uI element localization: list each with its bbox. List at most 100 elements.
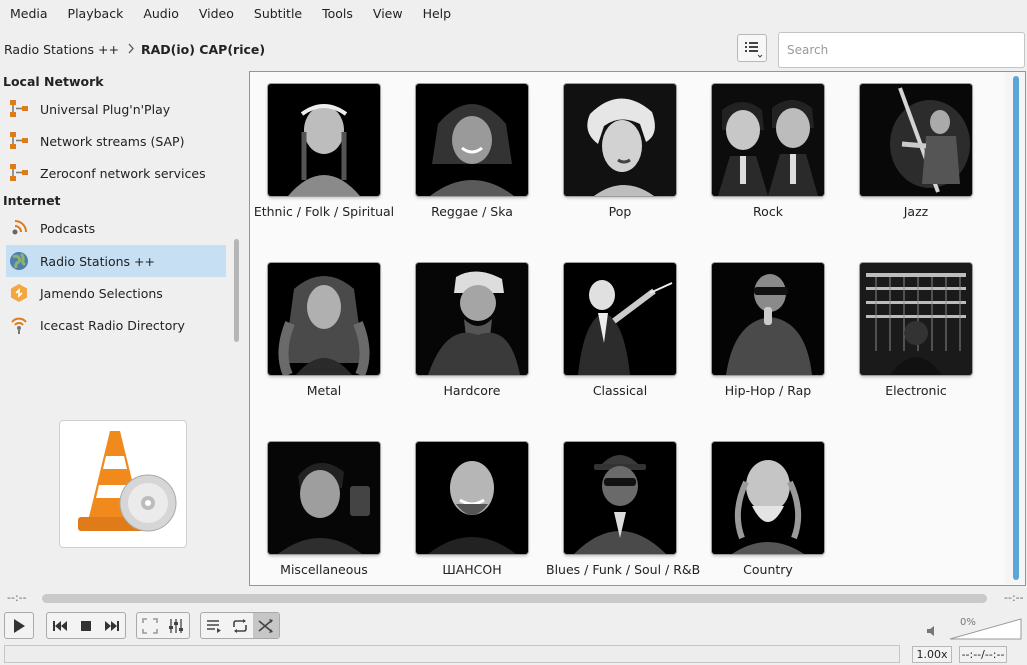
genre-thumbnail [268,442,380,554]
genre-thumbnail [416,84,528,196]
network-icon [8,130,30,152]
sidebar-item-jamendo[interactable]: Jamendo Selections [6,278,226,308]
next-button[interactable] [99,620,125,632]
genre-label: Miscellaneous [280,562,368,577]
shuffle-button[interactable] [253,613,279,638]
menu-view[interactable]: View [363,6,413,21]
sidebar-item-zeroconf[interactable]: Zeroconf network services [6,158,226,188]
genre-thumbnail [712,84,824,196]
genre-tile-chanson[interactable]: ШАНСОН [398,442,546,577]
genre-label: Hardcore [443,383,501,398]
playback-speed[interactable]: 1.00x [912,646,952,663]
transport-group [46,612,126,639]
speaker-muted-icon[interactable] [926,625,938,640]
sidebar-section-local-network: Local Network [3,74,104,89]
genre-grid: Ethnic / Folk / Spiritual Reggae / Ska P… [249,71,1026,586]
genre-tile-ethnic[interactable]: Ethnic / Folk / Spiritual [250,84,398,219]
genre-thumbnail [564,442,676,554]
view-mode-button[interactable] [737,34,767,62]
sidebar-item-label: Icecast Radio Directory [40,317,185,333]
seek-slider[interactable] [42,594,987,603]
genre-tile-blues[interactable]: Blues / Funk / Soul / R&B [546,442,700,577]
playlist-button[interactable] [201,618,227,634]
menu-subtitle[interactable]: Subtitle [244,6,312,21]
search-input[interactable] [778,32,1025,68]
menu-media[interactable]: Media [0,6,58,21]
sidebar-item-podcasts[interactable]: Podcasts [6,213,226,243]
content-scrollbar-thumb[interactable] [1013,76,1019,580]
genre-label: Rock [753,204,783,219]
sidebar-item-radio-stations[interactable]: Radio Stations ++ [6,245,226,277]
time-display[interactable]: --:--/--:-- [959,646,1007,663]
loop-button[interactable] [227,618,253,634]
remaining-time[interactable]: --:-- [1004,591,1024,604]
genre-tile-hiphop[interactable]: Hip-Hop / Rap [694,263,842,398]
previous-icon [53,620,67,631]
genre-tile-reggae[interactable]: Reggae / Ska [398,84,546,219]
elapsed-time: --:-- [7,591,27,604]
genre-thumbnail [416,442,528,554]
genre-tile-electronic[interactable]: Electronic [842,263,990,398]
playlist-controls-group [200,612,280,639]
sidebar-item-upnp[interactable]: Universal Plug'n'Play [6,94,226,124]
fullscreen-button[interactable] [137,617,163,634]
genre-tile-pop[interactable]: Pop [546,84,694,219]
genre-label: Electronic [885,383,947,398]
genre-tile-jazz[interactable]: Jazz [842,84,990,219]
equalizer-icon [169,618,183,633]
jamendo-icon [8,282,30,304]
volume-slider[interactable] [949,618,1022,640]
genre-tile-classical[interactable]: Classical [546,263,694,398]
play-icon [14,618,25,633]
breadcrumb-parent[interactable]: Radio Stations ++ [4,42,119,57]
genre-thumbnail [268,263,380,375]
genre-thumbnail [564,84,676,196]
genre-label: ШАНСОН [442,562,502,577]
genre-tile-metal[interactable]: Metal [250,263,398,398]
vlc-cone-icon [78,431,177,532]
album-art[interactable] [59,420,187,548]
content-scrollbar[interactable] [1005,72,1025,584]
video-controls-group [136,612,190,639]
menu-audio[interactable]: Audio [133,6,189,21]
sidebar-item-label: Universal Plug'n'Play [40,101,171,117]
sidebar-scrollbar[interactable] [234,239,239,342]
podcast-icon [8,217,30,239]
toolbar: Radio Stations ++ RAD(io) CAP(rice) [0,30,1027,68]
broadcast-icon [8,314,30,336]
genre-tile-country[interactable]: Country [694,442,842,577]
sidebar-item-sap[interactable]: Network streams (SAP) [6,126,226,156]
sidebar-item-label: Radio Stations ++ [40,253,155,269]
genre-thumbnail [564,263,676,375]
menu-tools[interactable]: Tools [312,6,363,21]
breadcrumb: Radio Stations ++ RAD(io) CAP(rice) [4,42,265,57]
play-button[interactable] [4,612,34,639]
fullscreen-icon [142,617,158,634]
sidebar-item-icecast[interactable]: Icecast Radio Directory [6,310,226,340]
menu-playback[interactable]: Playback [58,6,134,21]
sidebar: Local Network Universal Plug'n'Play Netw… [0,70,244,352]
menu-help[interactable]: Help [413,6,462,21]
stop-icon [81,620,91,631]
sidebar-section-internet: Internet [3,193,61,208]
genre-thumbnail [712,263,824,375]
sidebar-item-label: Podcasts [40,220,96,236]
extended-settings-button[interactable] [163,618,189,634]
genre-label: Jazz [903,204,929,219]
menu-video[interactable]: Video [189,6,244,21]
genre-thumbnail [268,84,380,196]
genre-tile-hardcore[interactable]: Hardcore [398,263,546,398]
network-icon [8,162,30,184]
previous-button[interactable] [47,620,73,632]
genre-label: Metal [306,383,342,398]
genre-label: Classical [592,383,648,398]
network-icon [8,98,30,120]
playlist-icon [207,619,221,633]
breadcrumb-current[interactable]: RAD(io) CAP(rice) [141,42,265,57]
genre-label: Ethnic / Folk / Spiritual [253,204,395,219]
genre-tile-rock[interactable]: Rock [694,84,842,219]
loop-icon [233,618,247,633]
next-icon [105,620,119,631]
stop-button[interactable] [73,620,99,632]
genre-tile-miscellaneous[interactable]: Miscellaneous [250,442,398,577]
